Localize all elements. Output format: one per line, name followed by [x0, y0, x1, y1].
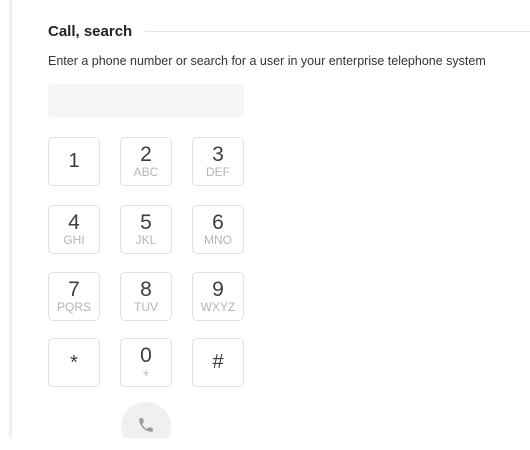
key-5[interactable]: 5 JKL — [120, 205, 172, 254]
key-letters: JKL — [135, 233, 157, 247]
key-hash[interactable]: # — [192, 338, 244, 387]
phone-number-input[interactable] — [48, 84, 244, 117]
key-3[interactable]: 3 DEF — [192, 137, 244, 186]
page-title: Call, search — [48, 22, 133, 40]
key-1[interactable]: 1 — [48, 137, 100, 186]
key-digit: # — [212, 351, 224, 373]
key-letters: DEF — [206, 165, 230, 179]
key-digit: 2 — [140, 143, 152, 166]
key-letters: MNO — [204, 233, 232, 247]
key-letters: TUV — [134, 300, 158, 314]
key-digit: 5 — [140, 211, 152, 234]
key-digit: 7 — [68, 278, 80, 301]
panel-left-border — [9, 0, 12, 438]
key-digit: 1 — [68, 150, 80, 172]
key-letters: ABC — [133, 165, 159, 179]
key-8[interactable]: 8 TUV — [120, 272, 172, 321]
header-divider — [145, 30, 530, 32]
key-2[interactable]: 2 ABC — [120, 137, 172, 186]
key-star[interactable]: * — [48, 338, 100, 387]
key-digit: 4 — [68, 211, 80, 234]
call-button[interactable] — [121, 402, 171, 438]
key-0[interactable]: 0 + — [120, 338, 172, 387]
section-header: Call, search — [48, 21, 530, 41]
key-6[interactable]: 6 MNO — [192, 205, 244, 254]
key-digit: 8 — [140, 278, 152, 301]
call-button-circle — [121, 402, 171, 438]
instructions-text: Enter a phone number or search for a use… — [48, 54, 486, 68]
key-digit: 0 — [140, 344, 152, 367]
key-letters: GHI — [63, 233, 85, 247]
key-9[interactable]: 9 WXYZ — [192, 272, 244, 321]
key-digit: 3 — [212, 143, 224, 166]
key-4[interactable]: 4 GHI — [48, 205, 100, 254]
key-letters: WXYZ — [200, 300, 236, 314]
key-digit: 6 — [212, 211, 224, 234]
key-letters: + — [142, 366, 150, 380]
key-digit: * — [70, 351, 78, 374]
key-7[interactable]: 7 PQRS — [48, 272, 100, 321]
phone-icon — [139, 418, 153, 432]
key-digit: 9 — [212, 278, 224, 301]
key-letters: PQRS — [56, 300, 91, 314]
